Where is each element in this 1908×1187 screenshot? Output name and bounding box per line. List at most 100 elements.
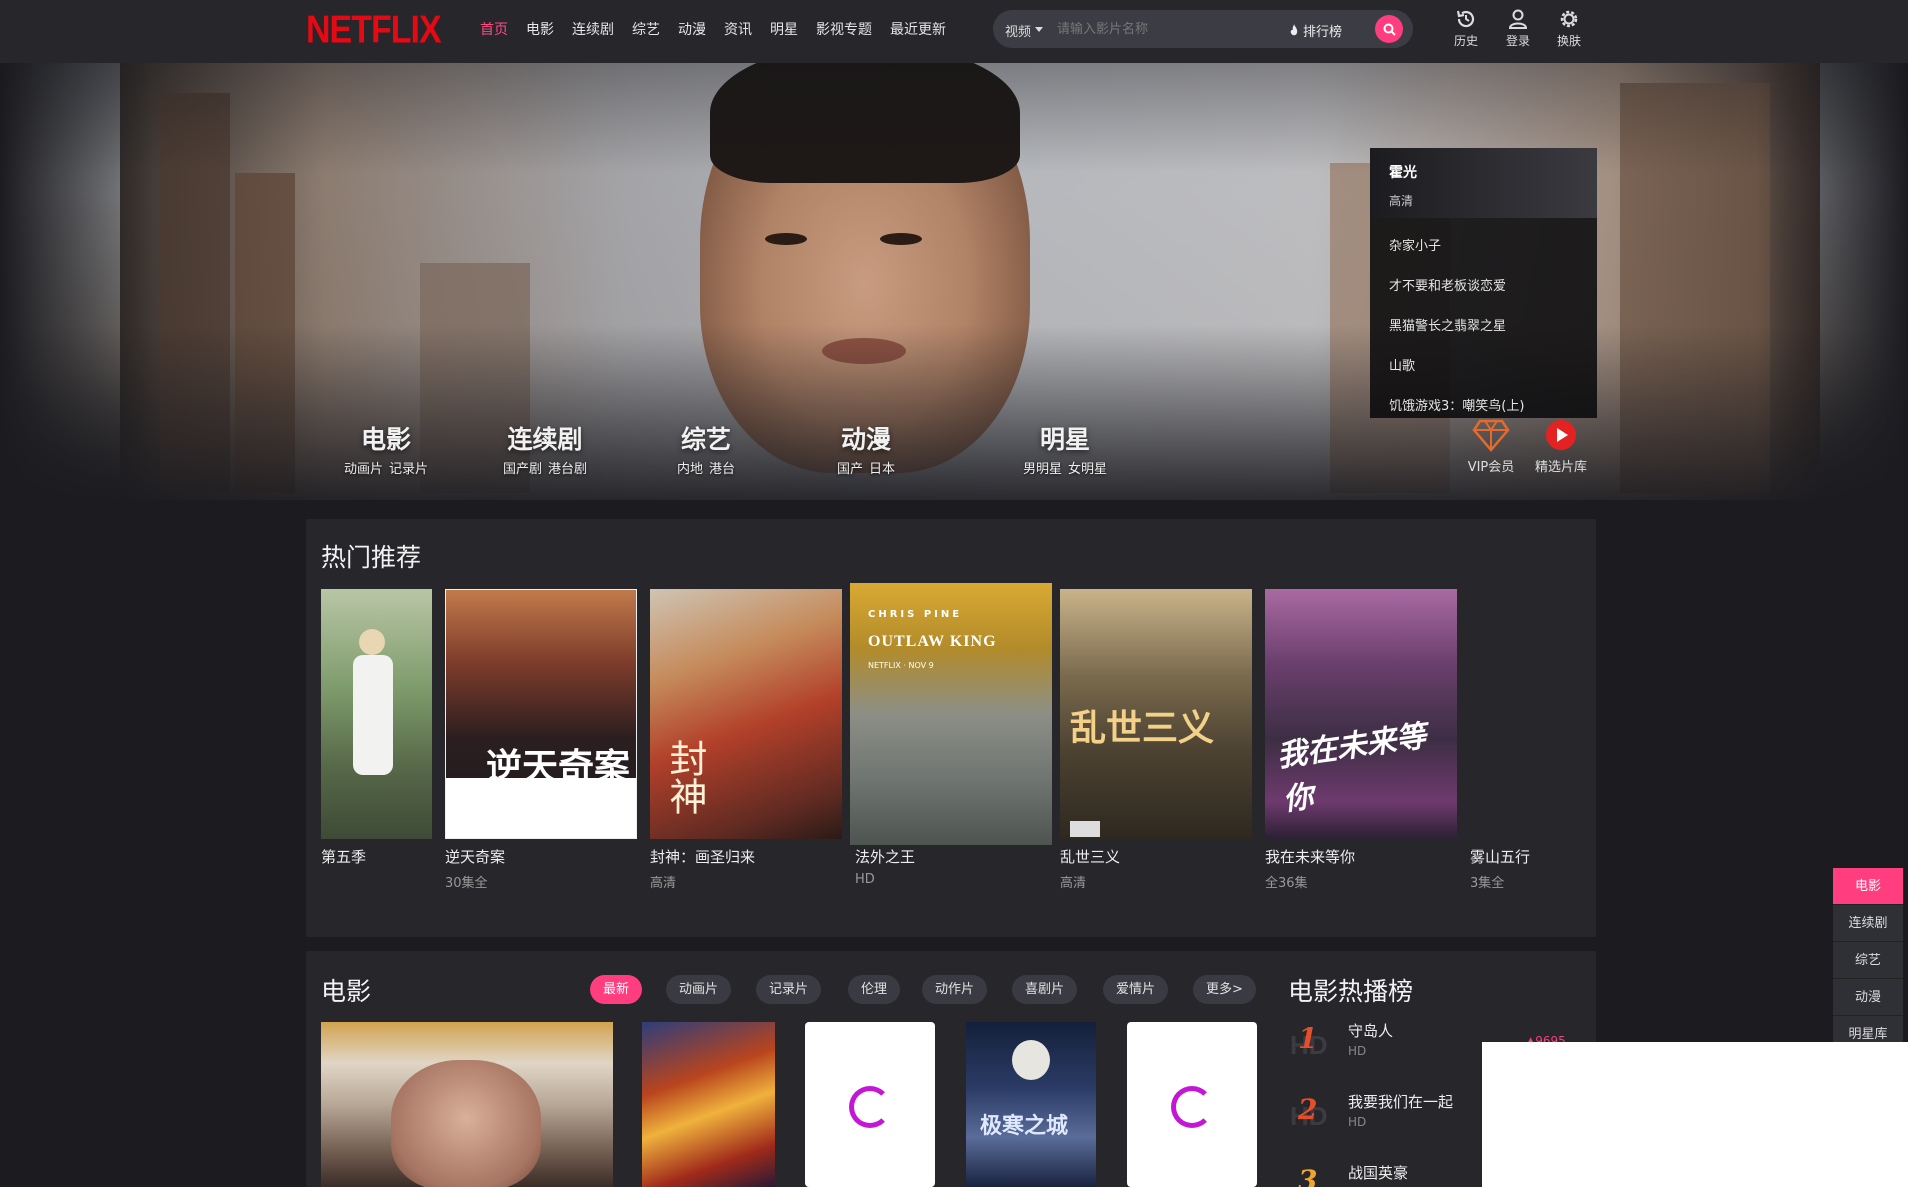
poster-5[interactable]: 乱世三义: [1060, 589, 1252, 839]
movie-poster-5-loading[interactable]: [1127, 1022, 1257, 1187]
movie-poster-4[interactable]: 极寒之城: [966, 1022, 1096, 1187]
poster-figure: [353, 655, 393, 775]
card-title[interactable]: 法外之王: [855, 846, 915, 867]
card-title[interactable]: 逆天奇案: [445, 846, 505, 867]
library-label: 精选片库: [1534, 460, 1587, 475]
hero-featured-item[interactable]: 霍光 高清: [1370, 148, 1597, 218]
search-bar: 视频 排行榜: [993, 10, 1413, 48]
hero-banner[interactable]: [0, 63, 1908, 500]
rank-number: 2: [1298, 1093, 1318, 1126]
card-sub: 全36集: [1265, 876, 1308, 891]
poster-face: [391, 1060, 541, 1187]
rank-item-1[interactable]: HD 1 守岛人 HD: [1290, 1020, 1480, 1076]
nav-home[interactable]: 首页: [480, 19, 508, 39]
hero-featured-subtitle: 高清: [1389, 194, 1414, 208]
movie-poster-3-loading[interactable]: [805, 1022, 935, 1187]
hero-cat-series[interactable]: 连续剧 国产剧 港台剧: [493, 420, 597, 477]
card-title[interactable]: 我在未来等你: [1265, 846, 1355, 867]
nav-news[interactable]: 资讯: [724, 19, 752, 39]
qr-code-icon: [1070, 821, 1100, 837]
card-title[interactable]: 第五季: [321, 846, 366, 867]
card-sub: 高清: [1060, 876, 1087, 891]
hero-vignette: [0, 63, 1908, 500]
loading-spinner-icon: [849, 1086, 891, 1128]
hero-cat-sub-link[interactable]: 港台: [709, 462, 735, 477]
hero-cat-sub-link[interactable]: 男明星: [1023, 462, 1062, 477]
tag-documentary[interactable]: 记录片: [756, 975, 822, 1004]
nav-stars[interactable]: 明星: [770, 19, 798, 39]
tag-ethics[interactable]: 伦理: [848, 975, 901, 1004]
float-nav-anime[interactable]: 动漫: [1833, 979, 1903, 1016]
hero-list-item[interactable]: 才不要和老板谈恋爱: [1370, 267, 1597, 307]
card-title[interactable]: 封神：画圣归来: [650, 846, 755, 867]
hero-list-item[interactable]: 黑猫警长之翡翠之星: [1370, 307, 1597, 347]
poster-title-art: 逆天奇案: [486, 746, 631, 788]
tag-animation[interactable]: 动画片: [666, 975, 732, 1004]
tag-latest[interactable]: 最新: [590, 975, 643, 1004]
float-nav-movies[interactable]: 电影: [1833, 868, 1903, 905]
tag-more[interactable]: 更多>: [1193, 975, 1256, 1004]
login-button[interactable]: 登录: [1498, 8, 1538, 49]
card-sub: 3集全: [1470, 876, 1505, 891]
hero-cat-subs: 男明星 女明星: [1015, 458, 1115, 477]
nav-anime[interactable]: 动漫: [678, 19, 706, 39]
poster-credit: CHRIS PINE: [868, 609, 963, 620]
hero-list-item[interactable]: 山歌: [1370, 347, 1597, 387]
gear-icon: [1560, 10, 1578, 28]
poster-6[interactable]: 我在未来等你: [1265, 589, 1457, 839]
card-title[interactable]: 乱世三义: [1060, 846, 1120, 867]
tag-romance[interactable]: 爱情片: [1103, 975, 1169, 1004]
hero-cat-sub-link[interactable]: 国产: [837, 462, 863, 477]
caret-down-icon[interactable]: [1035, 27, 1043, 32]
hero-cat-sub-link[interactable]: 港台剧: [548, 462, 587, 477]
hero-cat-anime[interactable]: 动漫 国产 日本: [826, 420, 906, 477]
hero-cat-sub-link[interactable]: 内地: [677, 462, 703, 477]
search-button[interactable]: [1375, 15, 1403, 43]
movie-poster-1[interactable]: [321, 1022, 613, 1187]
poster-title-art: 极寒之城: [980, 1114, 1069, 1139]
nav-series[interactable]: 连续剧: [572, 19, 614, 39]
rank-number: 3: [1298, 1164, 1318, 1187]
poster-3[interactable]: 封神: [650, 589, 842, 839]
hero-cat-sub-link[interactable]: 动画片: [344, 462, 383, 477]
hero-cat-sub-link[interactable]: 日本: [869, 462, 895, 477]
hero-cat-stars[interactable]: 明星 男明星 女明星: [1015, 420, 1115, 477]
rank-title: 战国英豪: [1348, 1164, 1409, 1182]
fire-icon: [1290, 24, 1298, 36]
float-nav-variety[interactable]: 综艺: [1833, 942, 1903, 979]
library-button[interactable]: 精选片库: [1526, 418, 1596, 475]
hero-cat-sub-link[interactable]: 国产剧: [503, 462, 542, 477]
search-input[interactable]: [1057, 19, 1287, 39]
movie-poster-2[interactable]: [642, 1022, 775, 1187]
vip-button[interactable]: VIP会员: [1456, 418, 1526, 475]
poster-1[interactable]: [321, 589, 432, 839]
nav-topics[interactable]: 影视专题: [816, 19, 872, 39]
hero-list-item[interactable]: 饥饿游戏3：嘲笑鸟(上): [1370, 387, 1597, 418]
tag-action[interactable]: 动作片: [922, 975, 988, 1004]
nav-latest[interactable]: 最近更新: [890, 19, 946, 39]
hero-cat-variety[interactable]: 综艺 内地 港台: [666, 420, 746, 477]
hero-cat-sub-link[interactable]: 记录片: [389, 462, 428, 477]
skin-button[interactable]: 换肤: [1549, 8, 1589, 49]
history-button[interactable]: 历史: [1446, 8, 1486, 49]
hero-cat-sub-link[interactable]: 女明星: [1068, 462, 1107, 477]
nav-movies[interactable]: 电影: [526, 19, 554, 39]
search-category-select[interactable]: 视频: [1005, 21, 1031, 40]
rank-item-3[interactable]: 3 战国英豪: [1290, 1162, 1480, 1187]
float-nav-series[interactable]: 连续剧: [1833, 905, 1903, 942]
poster-2[interactable]: 逆天奇案: [445, 589, 637, 839]
main-nav: 首页 电影 连续剧 综艺 动漫 资讯 明星 影视专题 最近更新: [480, 19, 964, 39]
hero-list-item[interactable]: 杂家小子: [1370, 227, 1597, 267]
history-icon: [1456, 10, 1475, 28]
poster-title-art: 我在未来等你: [1274, 718, 1429, 818]
hero-cat-movies[interactable]: 电影 动画片 记录片: [336, 420, 436, 477]
rank-item-2[interactable]: HD 2 我要我们在一起 HD: [1290, 1091, 1480, 1147]
hot-section-title: 热门推荐: [321, 543, 422, 572]
site-logo[interactable]: NETFLIX: [306, 8, 442, 53]
card-title[interactable]: 雾山五行: [1470, 846, 1530, 867]
poster-4[interactable]: CHRIS PINE OUTLAW KING NETFLIX · NOV 9: [850, 583, 1052, 845]
rank-link[interactable]: 排行榜: [1289, 21, 1342, 40]
floating-section-nav: 电影 连续剧 综艺 动漫 明星库: [1833, 868, 1903, 1053]
nav-variety[interactable]: 综艺: [632, 19, 660, 39]
tag-comedy[interactable]: 喜剧片: [1012, 975, 1078, 1004]
